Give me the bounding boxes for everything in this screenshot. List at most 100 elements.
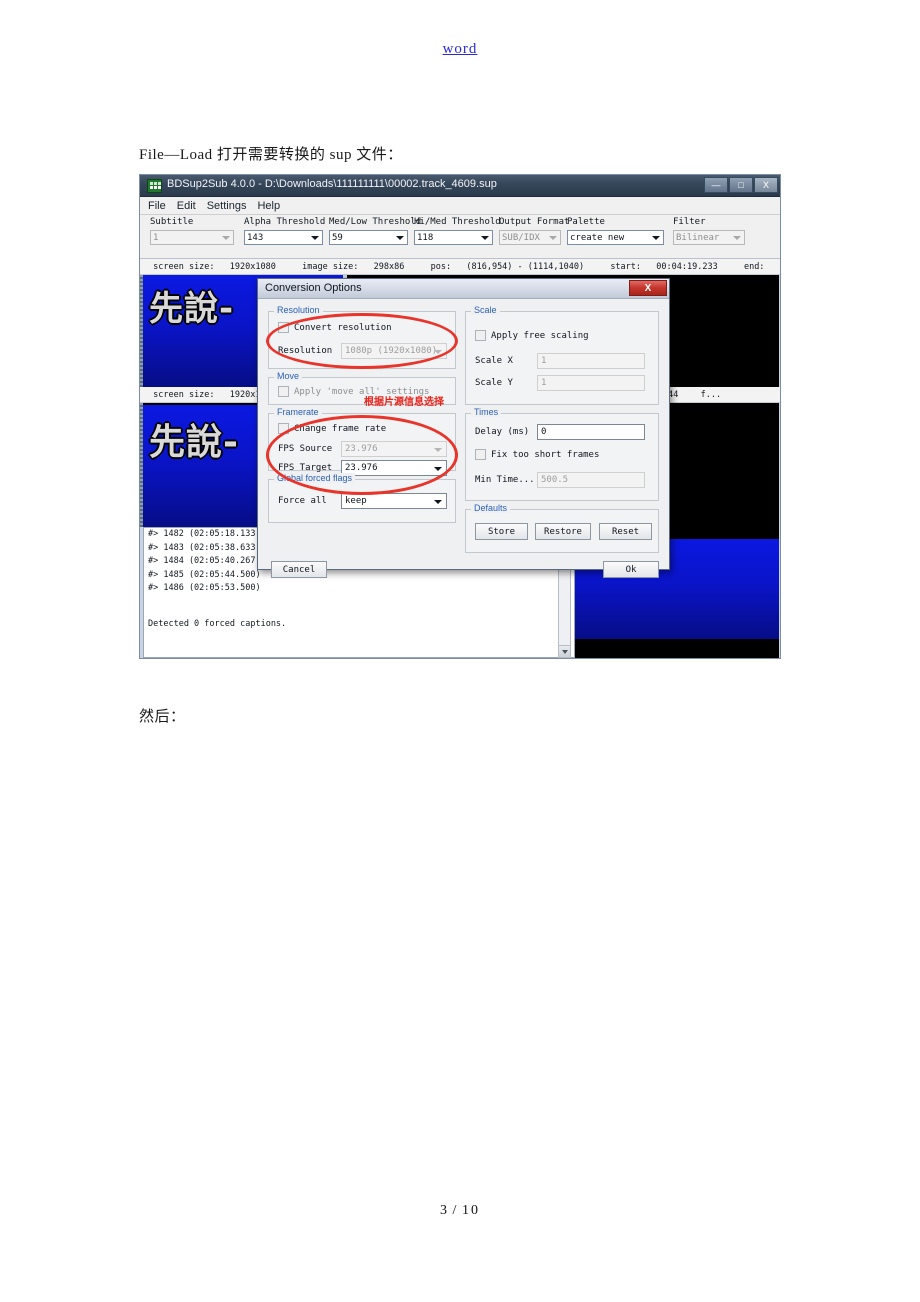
select-alpha-threshold[interactable]: 143: [244, 230, 323, 245]
label-subtitle: Subtitle: [150, 217, 194, 227]
row-scale-y[interactable]: Scale Y 1: [475, 375, 645, 391]
select-filter[interactable]: Bilinear: [673, 230, 745, 245]
row-scale-x[interactable]: Scale X 1: [475, 353, 645, 369]
footer-separator: /: [452, 1203, 459, 1218]
scrollbar-down-arrow-icon[interactable]: [559, 645, 570, 657]
row-force-all[interactable]: Force all keep: [278, 493, 447, 509]
select-subtitle[interactable]: 1: [150, 230, 234, 245]
maximize-icon[interactable]: □: [729, 177, 753, 193]
group-resolution-title: Resolution: [274, 305, 323, 315]
row-fps-source[interactable]: FPS Source 23.976: [278, 441, 447, 457]
group-resolution: Resolution Convert resolution Resolution…: [268, 305, 456, 369]
status-line-top: screen size: 1920x1080 image size: 298x8…: [140, 259, 780, 275]
reset-button-label: Reset: [611, 526, 640, 537]
input-scale-y[interactable]: 1: [537, 375, 645, 391]
checkbox-convert-resolution[interactable]: [278, 322, 289, 333]
menu-item-help[interactable]: Help: [257, 200, 280, 212]
toolbar-group-palette: Palette create new: [567, 217, 664, 245]
status-start: 00:04:19.233: [656, 262, 718, 272]
app-toolbar: Subtitle 1 Alpha Threshold 143 Med/Low T…: [140, 215, 780, 259]
label-apply-free-scaling: Apply free scaling: [491, 330, 589, 341]
menu-item-settings[interactable]: Settings: [207, 200, 247, 212]
select-resolution[interactable]: 1080p (1920x1080): [341, 343, 447, 359]
select-fps-source-value: 23.976: [345, 444, 378, 454]
cancel-button[interactable]: Cancel: [271, 561, 327, 578]
restore-button[interactable]: Restore: [535, 523, 591, 540]
store-button[interactable]: Store: [475, 523, 528, 540]
group-scale-title: Scale: [471, 305, 500, 315]
group-global-forced-flags: Global forced flags Force all keep: [268, 473, 456, 523]
reset-button[interactable]: Reset: [599, 523, 652, 540]
select-output-format-value: SUB/IDX: [502, 232, 540, 243]
input-scale-x[interactable]: 1: [537, 353, 645, 369]
row-convert-resolution[interactable]: Convert resolution: [278, 322, 392, 333]
input-min-time[interactable]: 500.5: [537, 472, 645, 488]
status-end-label: end:: [743, 262, 765, 272]
label-change-frame-rate: Change frame rate: [294, 423, 387, 434]
status-mid-trailing: f...: [700, 390, 722, 400]
close-icon[interactable]: X: [754, 177, 778, 193]
document-header: word: [0, 40, 920, 58]
label-fps-target: FPS Target: [278, 463, 333, 473]
select-palette[interactable]: create new: [567, 230, 664, 245]
select-fps-target-value: 23.976: [345, 463, 378, 473]
label-force-all: Force all: [278, 496, 327, 506]
row-fix-too-short-frames[interactable]: Fix too short frames: [475, 449, 599, 460]
checkbox-apply-free-scaling[interactable]: [475, 330, 486, 341]
dialog-close-icon[interactable]: X: [629, 280, 667, 296]
footer-total-pages: 10: [461, 1203, 480, 1218]
select-himed-threshold[interactable]: 118: [414, 230, 493, 245]
row-min-time[interactable]: Min Time... 500.5: [475, 472, 645, 488]
toolbar-group-alpha-threshold: Alpha Threshold 143: [244, 217, 326, 245]
select-resolution-value: 1080p (1920x1080): [345, 346, 438, 356]
checkbox-fix-too-short-frames[interactable]: [475, 449, 486, 460]
label-min-time: Min Time...: [475, 475, 535, 485]
cancel-button-label: Cancel: [282, 564, 316, 575]
label-scale-y: Scale Y: [475, 378, 513, 388]
chevron-down-icon: [222, 236, 230, 240]
chevron-down-icon: [311, 236, 319, 240]
minimize-icon[interactable]: —: [704, 177, 728, 193]
checkbox-change-frame-rate[interactable]: [278, 423, 289, 434]
row-change-frame-rate[interactable]: Change frame rate: [278, 423, 386, 434]
input-delay[interactable]: 0: [537, 424, 645, 440]
input-scale-x-value: 1: [541, 356, 547, 366]
group-times: Times Delay (ms) 0 Fix too short frames …: [465, 407, 659, 501]
label-alpha-threshold: Alpha Threshold: [244, 217, 326, 227]
app-titlebar: BDSup2Sub 4.0.0 - D:\Downloads\111111111…: [140, 175, 780, 197]
select-palette-value: create new: [570, 232, 625, 243]
checkbox-apply-move-all[interactable]: [278, 386, 289, 397]
chevron-down-icon: [733, 236, 741, 240]
menu-item-edit[interactable]: Edit: [177, 200, 196, 212]
select-force-all[interactable]: keep: [341, 493, 447, 509]
label-palette: Palette: [567, 217, 605, 227]
chevron-down-icon: [434, 350, 442, 354]
group-defaults-title: Defaults: [471, 503, 511, 513]
label-medlow-threshold: Med/Low Threshold: [329, 217, 422, 227]
label-resolution: Resolution: [278, 346, 333, 356]
embedded-screenshot: BDSup2Sub 4.0.0 - D:\Downloads\111111111…: [139, 174, 781, 659]
store-button-label: Store: [487, 526, 516, 537]
select-output-format[interactable]: SUB/IDX: [499, 230, 561, 245]
select-medlow-threshold[interactable]: 59: [329, 230, 408, 245]
row-delay[interactable]: Delay (ms) 0: [475, 424, 645, 440]
status-screen-size: 1920x1080: [229, 262, 276, 272]
label-fix-too-short-frames: Fix too short frames: [491, 449, 600, 460]
preview-subtitle-text-2: 先說-: [149, 422, 239, 463]
menu-item-file[interactable]: File: [148, 200, 166, 212]
row-resolution-select[interactable]: Resolution 1080p (1920x1080): [278, 343, 447, 359]
dialog-titlebar[interactable]: Conversion Options X: [258, 279, 669, 299]
paragraph-instruction-load: File—Load 打开需要转换的 sup 文件：: [139, 147, 403, 163]
select-fps-source[interactable]: 23.976: [341, 441, 447, 457]
select-filter-value: Bilinear: [676, 232, 720, 243]
group-scale: Scale Apply free scaling Scale X 1 Scale…: [465, 305, 659, 405]
header-link-word[interactable]: word: [443, 41, 478, 57]
status-screen-size-label: screen size:: [153, 262, 215, 272]
row-apply-free-scaling[interactable]: Apply free scaling: [475, 330, 589, 341]
status-image-size: 298x86: [373, 262, 405, 272]
ok-button[interactable]: Ok: [603, 561, 659, 578]
select-fps-target[interactable]: 23.976: [341, 460, 447, 476]
group-forced-title: Global forced flags: [274, 473, 356, 483]
label-scale-x: Scale X: [475, 356, 513, 366]
toolbar-group-subtitle: Subtitle 1: [150, 217, 234, 245]
